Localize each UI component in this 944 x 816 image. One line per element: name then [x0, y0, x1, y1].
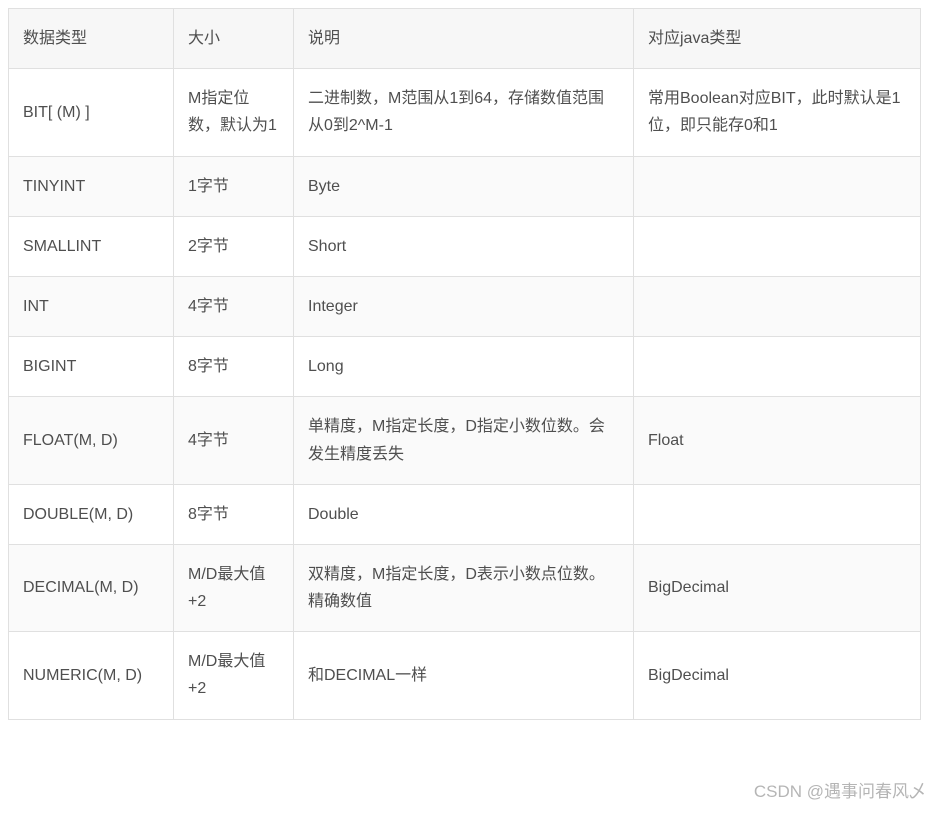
- cell-desc: 双精度，M指定长度，D表示小数点位数。精确数值: [294, 544, 634, 631]
- cell-desc: Byte: [294, 156, 634, 216]
- cell-size: M/D最大值+2: [174, 544, 294, 631]
- cell-type: DECIMAL(M, D): [9, 544, 174, 631]
- cell-java: Float: [634, 397, 921, 484]
- cell-desc: Double: [294, 484, 634, 544]
- table-row: NUMERIC(M, D) M/D最大值+2 和DECIMAL一样 BigDec…: [9, 632, 921, 719]
- cell-java: [634, 484, 921, 544]
- table-row: SMALLINT 2字节 Short: [9, 216, 921, 276]
- cell-size: 8字节: [174, 484, 294, 544]
- header-type: 数据类型: [9, 9, 174, 69]
- cell-type: FLOAT(M, D): [9, 397, 174, 484]
- cell-size: 4字节: [174, 276, 294, 336]
- table-row: BIGINT 8字节 Long: [9, 337, 921, 397]
- cell-type: NUMERIC(M, D): [9, 632, 174, 719]
- table-row: BIT[ (M) ] M指定位数，默认为1 二进制数，M范围从1到64，存储数值…: [9, 69, 921, 156]
- cell-java: [634, 216, 921, 276]
- cell-desc: 和DECIMAL一样: [294, 632, 634, 719]
- table-body: BIT[ (M) ] M指定位数，默认为1 二进制数，M范围从1到64，存储数值…: [9, 69, 921, 719]
- cell-desc: 单精度，M指定长度，D指定小数位数。会发生精度丢失: [294, 397, 634, 484]
- cell-size: M指定位数，默认为1: [174, 69, 294, 156]
- cell-java: [634, 156, 921, 216]
- data-types-table: 数据类型 大小 说明 对应java类型 BIT[ (M) ] M指定位数，默认为…: [8, 8, 921, 720]
- cell-type: TINYINT: [9, 156, 174, 216]
- cell-java: [634, 337, 921, 397]
- cell-java: BigDecimal: [634, 632, 921, 719]
- table-row: FLOAT(M, D) 4字节 单精度，M指定长度，D指定小数位数。会发生精度丢…: [9, 397, 921, 484]
- table-row: DECIMAL(M, D) M/D最大值+2 双精度，M指定长度，D表示小数点位…: [9, 544, 921, 631]
- table-header-row: 数据类型 大小 说明 对应java类型: [9, 9, 921, 69]
- cell-size: M/D最大值+2: [174, 632, 294, 719]
- header-desc: 说明: [294, 9, 634, 69]
- cell-type: BIT[ (M) ]: [9, 69, 174, 156]
- header-java: 对应java类型: [634, 9, 921, 69]
- table-row: INT 4字节 Integer: [9, 276, 921, 336]
- cell-size: 1字节: [174, 156, 294, 216]
- cell-java: [634, 276, 921, 336]
- cell-size: 8字节: [174, 337, 294, 397]
- cell-size: 4字节: [174, 397, 294, 484]
- cell-type: DOUBLE(M, D): [9, 484, 174, 544]
- watermark: CSDN @遇事问春风乄: [754, 777, 926, 802]
- cell-type: SMALLINT: [9, 216, 174, 276]
- cell-desc: Short: [294, 216, 634, 276]
- cell-size: 2字节: [174, 216, 294, 276]
- table-row: DOUBLE(M, D) 8字节 Double: [9, 484, 921, 544]
- cell-desc: Long: [294, 337, 634, 397]
- header-size: 大小: [174, 9, 294, 69]
- cell-desc: 二进制数，M范围从1到64，存储数值范围从0到2^M-1: [294, 69, 634, 156]
- cell-java: 常用Boolean对应BIT，此时默认是1位，即只能存0和1: [634, 69, 921, 156]
- cell-type: BIGINT: [9, 337, 174, 397]
- cell-desc: Integer: [294, 276, 634, 336]
- cell-type: INT: [9, 276, 174, 336]
- cell-java: BigDecimal: [634, 544, 921, 631]
- table-row: TINYINT 1字节 Byte: [9, 156, 921, 216]
